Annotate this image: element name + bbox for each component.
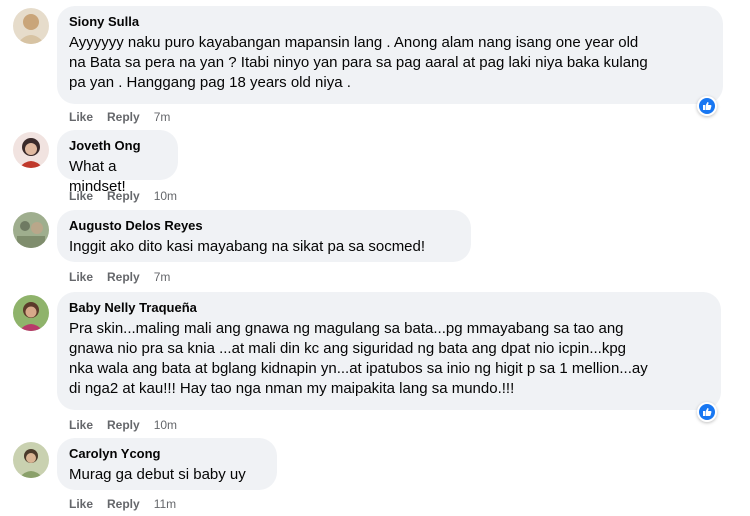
comment-text: Murag ga debut si baby uy (69, 465, 265, 485)
comment-4: Baby Nelly Traqueña Pra skin...maling ma… (0, 290, 750, 438)
comment-line: Murag ga debut si baby uy (69, 466, 246, 483)
comment-author[interactable]: Baby Nelly Traqueña (69, 300, 709, 316)
reply-button[interactable]: Reply (107, 270, 140, 284)
comment-author[interactable]: Joveth Ong (69, 138, 166, 154)
like-button[interactable]: Like (69, 270, 93, 284)
comment-timestamp[interactable]: 7m (154, 110, 171, 124)
reply-button[interactable]: Reply (107, 418, 140, 432)
comment-bubble: Baby Nelly Traqueña Pra skin...maling ma… (57, 292, 721, 410)
comment-line: nka wala ang bata at bglang kidnapin yn.… (69, 360, 648, 377)
comment-3: Augusto Delos Reyes Inggit ako dito kasi… (0, 210, 750, 290)
comment-5: Carolyn Ycong Murag ga debut si baby uy … (0, 438, 750, 516)
comment-line: Pra skin...maling mali ang gnawa ng magu… (69, 320, 624, 337)
reaction-badge[interactable] (697, 402, 717, 422)
thumbs-up-icon (699, 98, 715, 114)
comment-author[interactable]: Carolyn Ycong (69, 446, 265, 462)
avatar[interactable] (13, 212, 49, 248)
comment-timestamp[interactable]: 7m (154, 270, 171, 284)
comment-text: Ayyyyyy naku puro kayabangan mapansin la… (69, 33, 711, 93)
comment-actions: Like Reply 7m (69, 270, 170, 284)
comment-bubble: Carolyn Ycong Murag ga debut si baby uy (57, 438, 277, 490)
comment-text: Inggit ako dito kasi mayabang na sikat p… (69, 237, 459, 257)
like-button[interactable]: Like (69, 189, 93, 203)
comment-author[interactable]: Augusto Delos Reyes (69, 218, 459, 234)
comment-bubble: Augusto Delos Reyes Inggit ako dito kasi… (57, 210, 471, 262)
avatar[interactable] (13, 295, 49, 331)
comment-text: Pra skin...maling mali ang gnawa ng magu… (69, 319, 709, 399)
comment-1: Siony Sulla Ayyyyyy naku puro kayabangan… (0, 0, 750, 130)
comment-timestamp[interactable]: 10m (154, 189, 177, 203)
reply-button[interactable]: Reply (107, 497, 140, 511)
comment-timestamp[interactable]: 11m (154, 497, 176, 511)
reaction-badge[interactable] (697, 96, 717, 116)
comment-line: na Bata sa pera na yan ? Itabi ninyo yan… (69, 54, 648, 71)
like-button[interactable]: Like (69, 497, 93, 511)
comment-line: di nga2 at kau!!! Hay tao nga nman my ma… (69, 380, 515, 397)
comment-bubble: Siony Sulla Ayyyyyy naku puro kayabangan… (57, 6, 723, 104)
comment-line: gnawa nio pra sa knia ...at mali din kc … (69, 340, 627, 357)
comment-bubble: Joveth Ong What a mindset! (57, 130, 178, 195)
comment-actions: Like Reply 10m (69, 418, 177, 432)
avatar[interactable] (13, 132, 49, 168)
like-button[interactable]: Like (69, 418, 93, 432)
comment-line: Ayyyyyy naku puro kayabangan mapansin la… (69, 34, 639, 51)
thumbs-up-icon (699, 404, 715, 420)
comment-actions: Like Reply 11m (69, 497, 176, 511)
comment-author[interactable]: Siony Sulla (69, 14, 711, 30)
comment-line: pa yan . Hanggang pag 18 years old niya … (69, 74, 351, 91)
avatar[interactable] (13, 442, 49, 478)
comment-timestamp[interactable]: 10m (154, 418, 177, 432)
comment-2: Joveth Ong What a mindset! Like Reply 10… (0, 130, 750, 206)
comment-line: Inggit ako dito kasi mayabang na sikat p… (69, 238, 426, 255)
avatar[interactable] (13, 8, 49, 44)
like-button[interactable]: Like (69, 110, 93, 124)
comment-actions: Like Reply 10m (69, 189, 177, 203)
comment-actions: Like Reply 7m (69, 110, 170, 124)
reply-button[interactable]: Reply (107, 189, 140, 203)
reply-button[interactable]: Reply (107, 110, 140, 124)
